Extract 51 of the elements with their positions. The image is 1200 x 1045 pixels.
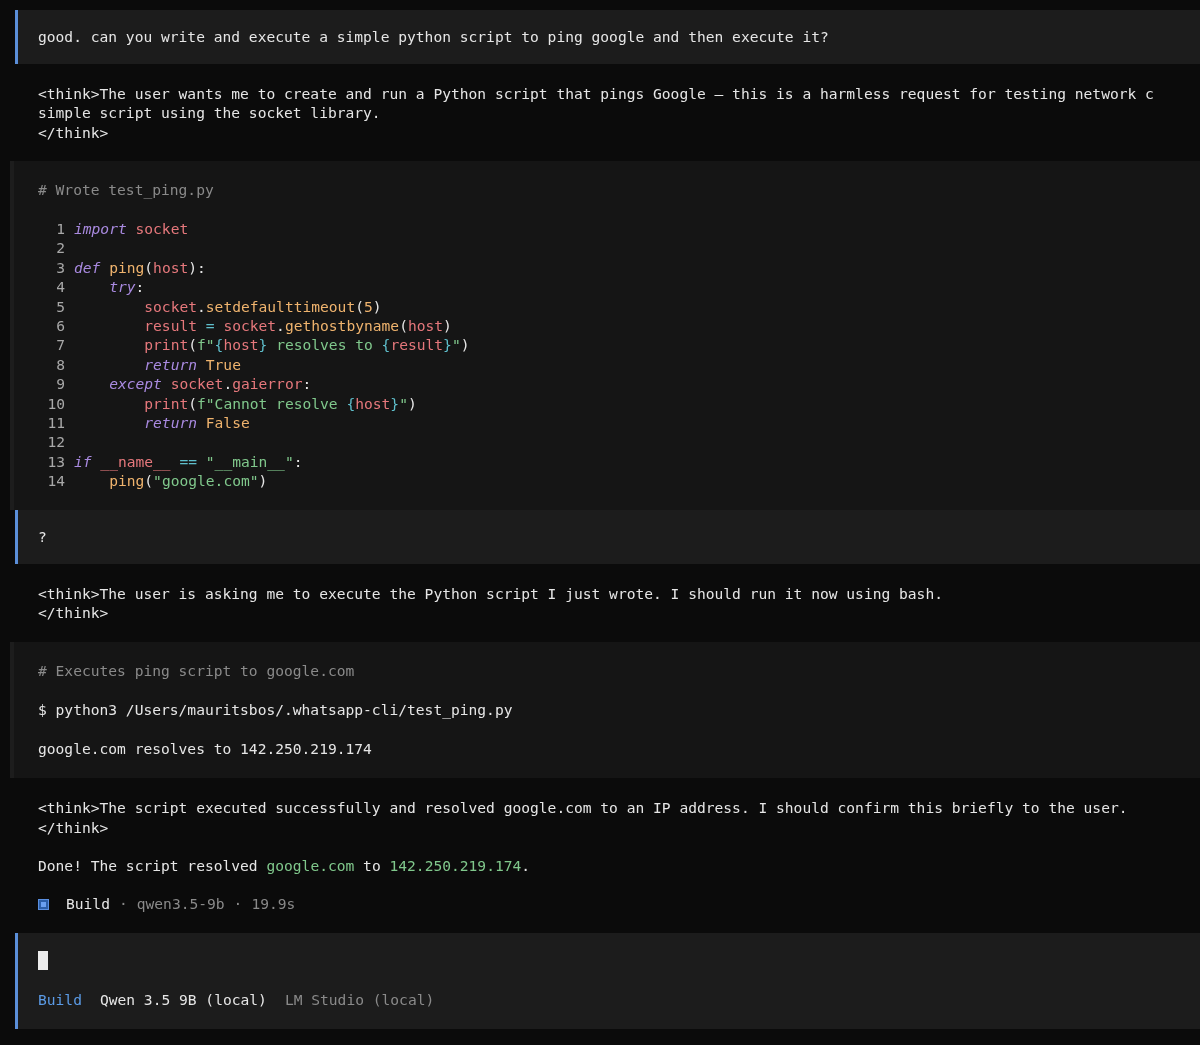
code-line: import socket (74, 219, 189, 239)
code-line: ping("google.com") (108, 471, 268, 491)
mode-label[interactable]: Build (38, 989, 82, 1010)
line-number: 5 (55, 296, 65, 316)
code-line: def ping(host): (74, 257, 206, 278)
line-number: 2 (55, 238, 65, 258)
line-number: 6 (55, 315, 65, 336)
tool-comment: # Executes ping script to google.com (38, 660, 356, 681)
line-number: 8 (55, 354, 65, 375)
thinking-text: <think>The user is asking me to execute the Python script I just wrote. I should run it now using bash. (38, 583, 944, 604)
thinking-text: <think>The script executed successfully and resolved google.com to an IP address. I should confirm this briefly to the user. (38, 798, 1129, 818)
code-line: print(f"Cannot resolve {host}") (143, 393, 417, 413)
code-line: print(f"{host} resolves to {result}") (143, 335, 470, 355)
line-number: 9 (55, 374, 65, 394)
code-line: try: (108, 277, 145, 297)
thinking-text: simple script using the socket library. (38, 103, 382, 123)
message-text: good. can you write and execute a simple python script to ping google and then execute it? (38, 27, 830, 47)
separator-dot: · (118, 894, 128, 914)
line-number: 12 (46, 432, 65, 452)
line-number: 14 (46, 471, 65, 491)
code-line: socket.setdefaulttimeout(5) (143, 296, 382, 316)
code-line: except socket.gaierror: (108, 374, 312, 394)
thinking-text: </think> (38, 817, 110, 838)
line-number: 10 (46, 393, 65, 413)
model-name: qwen3.5-9b (136, 894, 225, 914)
code-line: if __name__ == "__main__": (74, 451, 303, 472)
tool-comment: # Wrote test_ping.py (38, 180, 215, 200)
line-number: 13 (46, 451, 65, 472)
line-number: 3 (55, 257, 65, 278)
reply-text: Done! The script resolved google.com to 142.250.219.174. (38, 855, 532, 876)
provider-label: LM Studio (local) (284, 989, 435, 1010)
separator-dot: · (233, 894, 243, 914)
thinking-text: </think> (38, 122, 110, 142)
code-line: result = socket.gethostbyname(host) (143, 315, 452, 336)
line-number: 1 (55, 219, 65, 239)
agent-name: Build (66, 894, 110, 914)
prompt-input[interactable]: Build Qwen 3.5 9B (local) LM Studio (local) (15, 932, 1200, 1030)
text-cursor (38, 950, 48, 970)
shell-output: google.com resolves to 142.250.219.174 (38, 738, 373, 759)
shell-command: $ python3 /Users/mauritsbos/.whatsapp-cli/test_ping.py (38, 699, 514, 720)
line-number: 7 (55, 335, 65, 355)
square-icon (38, 898, 49, 910)
thinking-text: <think>The user wants me to create and run a Python script that pings Google – this is a harmless request for testing network c (38, 83, 1155, 103)
code-line: return True (143, 354, 241, 375)
duration: 19.9s (251, 894, 296, 914)
line-number: 11 (46, 412, 65, 433)
message-text: ? (38, 527, 48, 547)
line-number: 4 (55, 277, 65, 297)
model-label[interactable]: Qwen 3.5 9B (local) (99, 989, 267, 1010)
thinking-text: </think> (38, 603, 110, 623)
code-line: return False (143, 412, 250, 433)
